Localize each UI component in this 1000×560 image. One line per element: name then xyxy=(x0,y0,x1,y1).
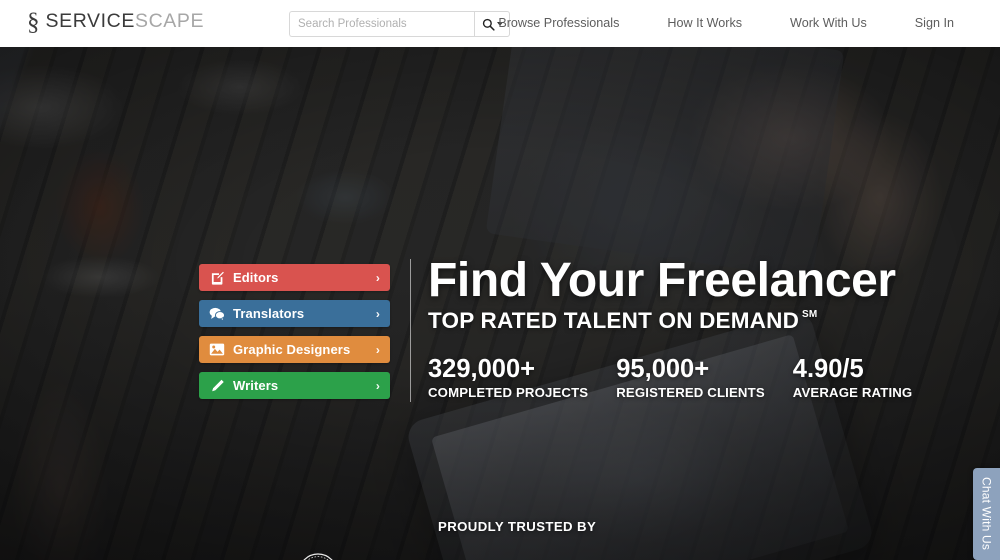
stat-value: 95,000+ xyxy=(616,355,710,383)
logo-text-primary: SERVICE xyxy=(45,10,135,32)
chevron-right-icon: › xyxy=(375,270,380,285)
chevron-right-icon: › xyxy=(375,306,380,321)
logo-text-secondary: SCAPE xyxy=(134,10,205,32)
category-label: Translators xyxy=(233,306,305,321)
nav-item-work-with-us[interactable]: Work With Us xyxy=(766,0,891,47)
service-mark: SM xyxy=(802,309,818,320)
category-button-list: Editors › Translators › Graphic Designer… xyxy=(199,264,390,399)
hero-section: Editors › Translators › Graphic Designer… xyxy=(0,47,1000,560)
stat-value: 4.90/5 xyxy=(792,355,864,383)
logo-mark-icon: § xyxy=(27,9,40,36)
client-logo-strip: Duke WISCONSIN UQÀM BASF xyxy=(0,552,1000,560)
chevron-right-icon: › xyxy=(375,342,380,357)
category-button-writers[interactable]: Writers › xyxy=(199,372,390,399)
chevron-right-icon: › xyxy=(375,378,380,393)
nav-item-browse-professionals[interactable]: Browse Professionals xyxy=(474,0,643,47)
hero-subheadline-row: TOP RATED TALENT ON DEMAND SM xyxy=(428,308,940,334)
hero-divider xyxy=(410,259,411,402)
image-icon xyxy=(209,343,225,357)
stat-label: REGISTERED CLIENTS xyxy=(616,385,765,400)
hero-headline: Find Your Freelancer xyxy=(428,254,896,307)
category-button-graphic-designers[interactable]: Graphic Designers › xyxy=(199,336,390,363)
category-button-editors[interactable]: Editors › xyxy=(199,264,390,291)
trusted-by-label: PROUDLY TRUSTED BY xyxy=(438,519,597,534)
hero-subheadline: TOP RATED TALENT ON DEMAND xyxy=(428,308,800,333)
hero-copy: Find Your Freelancer TOP RATED TALENT ON… xyxy=(428,255,940,401)
stat-value: 329,000+ xyxy=(428,355,536,383)
category-button-translators[interactable]: Translators › xyxy=(199,300,390,327)
category-label: Editors xyxy=(233,270,279,285)
chat-with-us-label: Chat With Us xyxy=(979,477,994,551)
comments-icon xyxy=(209,307,225,321)
nav-item-sign-in[interactable]: Sign In xyxy=(891,0,978,47)
stat-label: COMPLETED PROJECTS xyxy=(428,385,589,400)
pencil-icon xyxy=(209,379,225,393)
site-logo[interactable]: § SERVICESCAPE xyxy=(27,9,205,36)
category-label: Graphic Designers xyxy=(233,342,351,357)
stat-label: AVERAGE RATING xyxy=(792,385,913,400)
nav-item-how-it-works[interactable]: How It Works xyxy=(643,0,766,47)
page-root: § SERVICESCAPE Browse Professionals How … xyxy=(0,0,1000,560)
edit-square-icon xyxy=(209,271,225,285)
stat-average-rating: 4.90/5 AVERAGE RATING xyxy=(793,355,913,401)
stat-completed-projects: 329,000+ COMPLETED PROJECTS xyxy=(428,355,588,401)
hero-stats: 329,000+ COMPLETED PROJECTS 95,000+ REGI… xyxy=(428,355,940,401)
site-header: § SERVICESCAPE Browse Professionals How … xyxy=(0,0,1000,47)
stat-registered-clients: 95,000+ REGISTERED CLIENTS xyxy=(616,355,765,401)
search-input[interactable] xyxy=(289,11,474,37)
main-nav: Browse Professionals How It Works Work W… xyxy=(474,0,978,47)
wisconsin-crest-icon xyxy=(296,552,340,560)
client-logo-wisconsin: WISCONSIN xyxy=(268,552,368,560)
chat-with-us-tab[interactable]: Chat With Us xyxy=(973,468,1000,560)
category-label: Writers xyxy=(233,378,279,393)
